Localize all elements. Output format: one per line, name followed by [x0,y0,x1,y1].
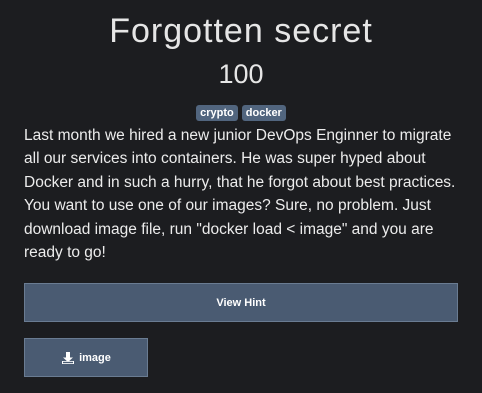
view-hint-label: View Hint [216,296,266,309]
download-icon [61,351,75,365]
view-hint-button[interactable]: View Hint [24,283,458,322]
tag-crypto: crypto [196,105,238,121]
download-file-label: image [79,351,111,364]
download-image-button[interactable]: image [24,338,148,377]
challenge-panel: Forgotten secret 100 crypto docker Last m… [0,0,482,393]
challenge-title: Forgotten secret [109,12,373,50]
tag-list: crypto docker [0,105,482,121]
challenge-points: 100 [218,59,264,89]
tag-docker: docker [241,105,286,121]
challenge-description: Last month we hired a new junior DevOps … [24,127,456,262]
